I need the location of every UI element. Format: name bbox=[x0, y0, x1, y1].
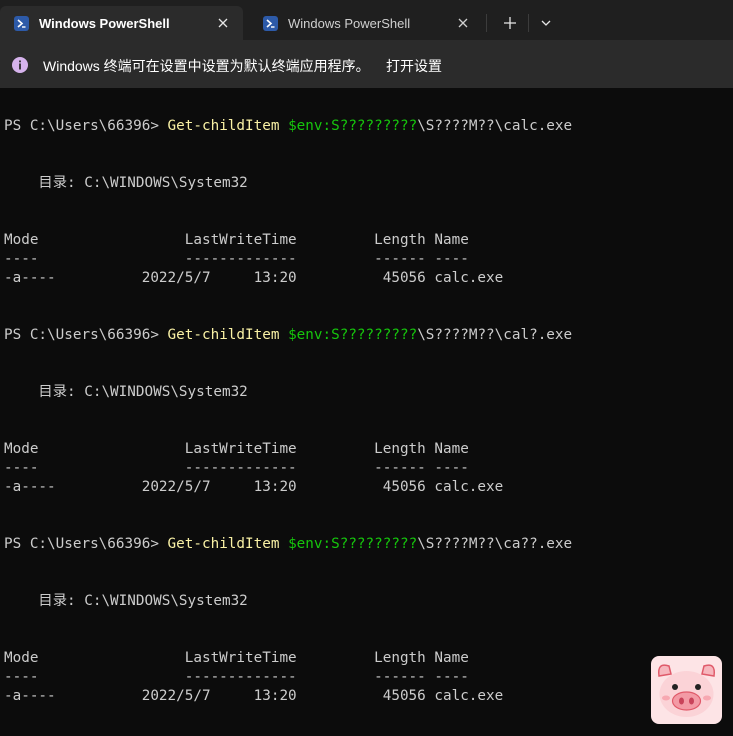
powershell-icon bbox=[14, 15, 29, 31]
command: Get-childItem bbox=[167, 118, 280, 134]
plus-icon[interactable] bbox=[498, 12, 522, 34]
table-row: -a---- 2022/5/7 13:20 45056 calc.exe bbox=[4, 270, 504, 286]
path-argument: \S????M??\ca??.exe bbox=[417, 536, 573, 552]
close-icon[interactable] bbox=[213, 13, 233, 33]
directory-line: 目录: C:\WINDOWS\System32 bbox=[4, 175, 248, 191]
info-icon bbox=[12, 57, 28, 73]
command: Get-childItem bbox=[167, 327, 280, 343]
chevron-down-icon[interactable] bbox=[535, 12, 557, 34]
path-argument: \S????M??\calc.exe bbox=[417, 118, 573, 134]
tab-divider bbox=[486, 14, 487, 32]
table-row: -a---- 2022/5/7 13:20 45056 calc.exe bbox=[4, 688, 504, 704]
default-terminal-infobar: Windows 终端可在设置中设置为默认终端应用程序。 打开设置 bbox=[0, 40, 733, 88]
tab-title: Windows PowerShell bbox=[39, 15, 170, 31]
prompt: PS C:\Users\66396> bbox=[4, 327, 168, 343]
close-icon[interactable] bbox=[453, 13, 473, 33]
path-argument: \S????M??\cal?.exe bbox=[417, 327, 573, 343]
pig-sticker bbox=[651, 656, 722, 724]
command-line: PS C:\Users\66396> Get-childItem $env:S?… bbox=[4, 325, 572, 345]
command-line: PS C:\Users\66396> Get-childItem $env:S?… bbox=[4, 534, 572, 554]
open-settings-link[interactable]: 打开设置 bbox=[386, 56, 442, 76]
directory-line: 目录: C:\WINDOWS\System32 bbox=[4, 593, 248, 609]
tab-powershell-1[interactable]: Windows PowerShell bbox=[0, 6, 243, 40]
prompt: PS C:\Users\66396> bbox=[4, 536, 168, 552]
tab-powershell-2[interactable]: Windows PowerShell bbox=[249, 6, 483, 40]
table-divider: ---- ------------- ------ ---- bbox=[4, 460, 469, 476]
table-divider: ---- ------------- ------ ---- bbox=[4, 251, 469, 267]
table-row: -a---- 2022/5/7 13:20 45056 calc.exe bbox=[4, 479, 504, 495]
command: Get-childItem bbox=[167, 536, 280, 552]
tab-title: Windows PowerShell bbox=[288, 15, 411, 31]
env-variable: $env:S????????? bbox=[288, 327, 418, 343]
directory-line: 目录: C:\WINDOWS\System32 bbox=[4, 384, 248, 400]
table-header: Mode LastWriteTime Length Name bbox=[4, 232, 469, 248]
table-header: Mode LastWriteTime Length Name bbox=[4, 441, 469, 457]
prompt: PS C:\Users\66396> bbox=[4, 118, 168, 134]
command-line: PS C:\Users\66396> Get-childItem $env:S?… bbox=[4, 116, 572, 136]
env-variable: $env:S????????? bbox=[288, 536, 418, 552]
powershell-icon bbox=[263, 15, 278, 31]
table-header: Mode LastWriteTime Length Name bbox=[4, 650, 469, 666]
env-variable: $env:S????????? bbox=[288, 118, 418, 134]
tab-divider bbox=[528, 14, 529, 32]
table-divider: ---- ------------- ------ ---- bbox=[4, 669, 469, 685]
infobar-message: Windows 终端可在设置中设置为默认终端应用程序。 bbox=[43, 58, 370, 74]
